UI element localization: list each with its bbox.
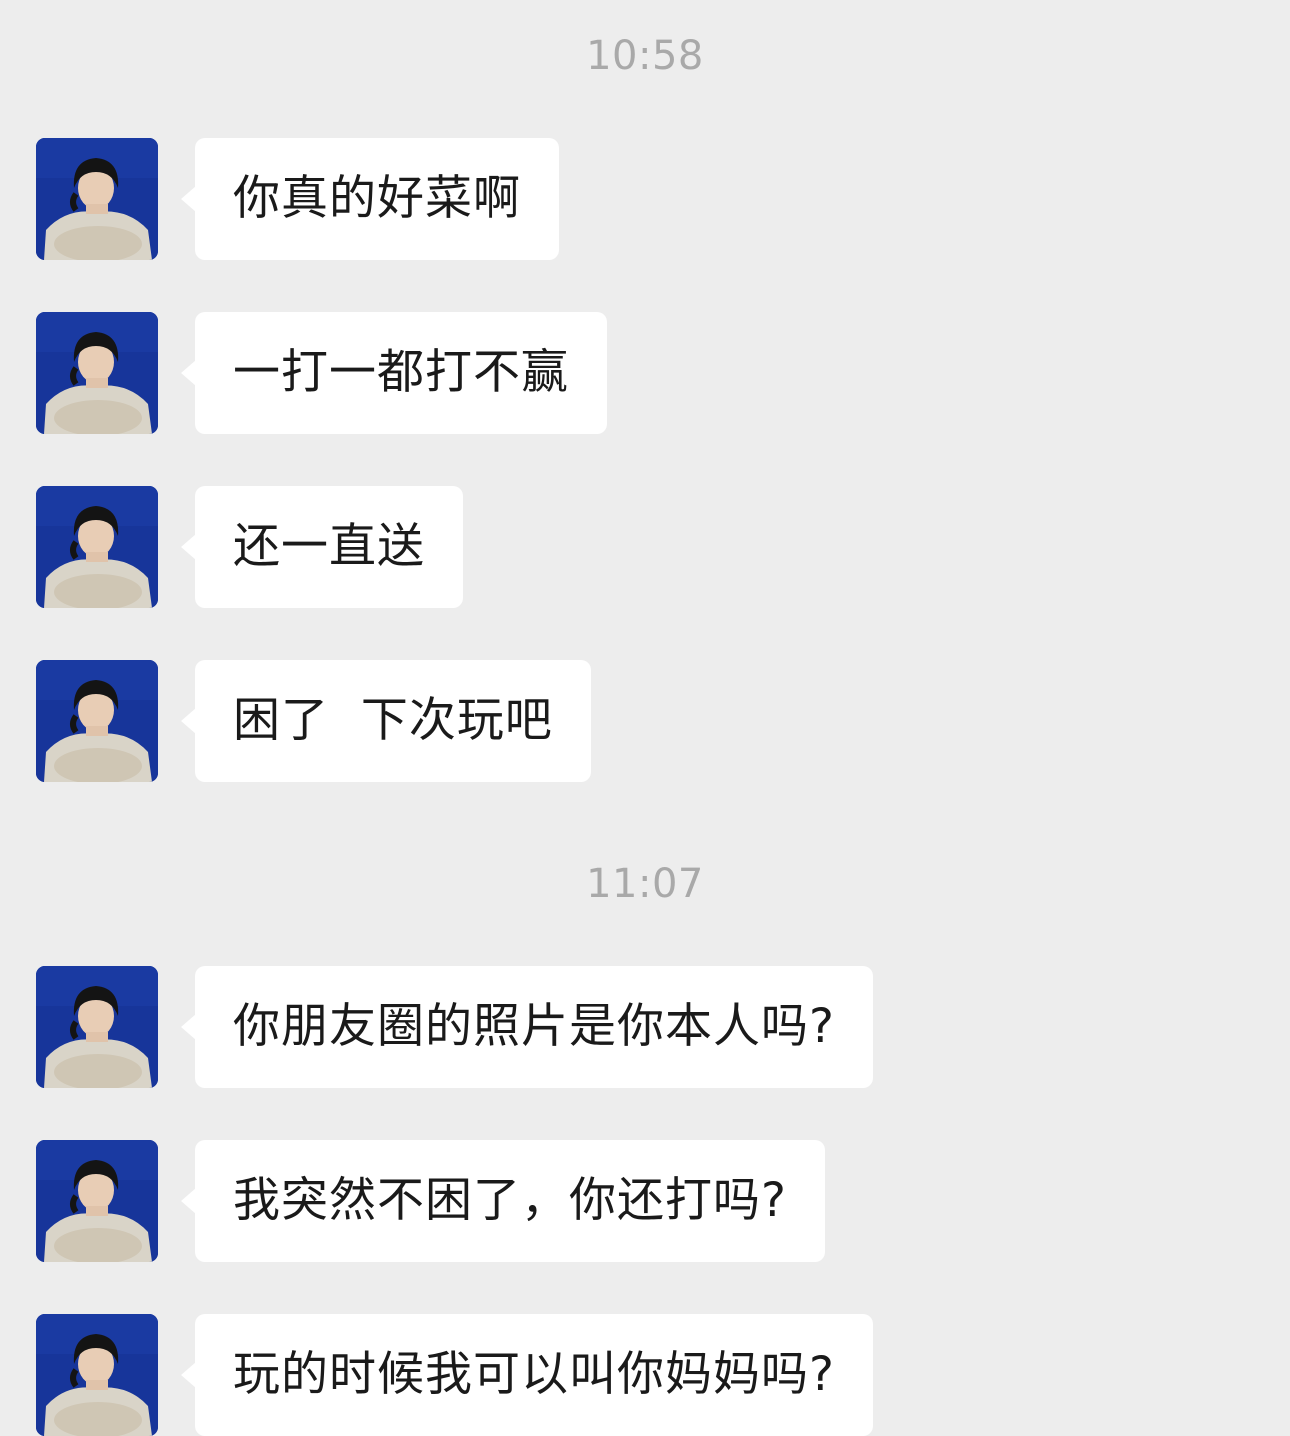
avatar[interactable] [36,486,158,608]
message-bubble[interactable]: 我突然不困了，你还打吗? [181,1140,825,1262]
avatar[interactable] [36,138,158,260]
timestamp: 11:07 [586,861,704,907]
avatar[interactable] [36,1314,158,1436]
timestamp: 10:58 [586,33,704,79]
message-bubble[interactable]: 你朋友圈的照片是你本人吗? [181,966,873,1088]
avatar[interactable] [36,1140,158,1262]
avatar[interactable] [36,966,158,1088]
avatar[interactable] [36,312,158,434]
message-text: 玩的时候我可以叫你妈妈吗? [233,1347,835,1402]
message-text: 一打一都打不赢 [233,345,569,400]
avatar-icon [36,1314,158,1436]
message-bubble[interactable]: 一打一都打不赢 [181,312,607,434]
chat-area[interactable]: 10:58 你真的好菜啊 一打一都打不赢 还一直送 困了 下次玩吧 11:07 … [0,0,1290,1436]
message-text: 还一直送 [233,519,425,574]
avatar-icon [36,660,158,782]
message-bubble[interactable]: 你真的好菜啊 [181,138,559,260]
avatar-icon [36,966,158,1088]
avatar[interactable] [36,660,158,782]
message-text: 困了 下次玩吧 [233,693,553,748]
message-bubble[interactable]: 还一直送 [181,486,463,608]
avatar-icon [36,1140,158,1262]
message-bubble[interactable]: 玩的时候我可以叫你妈妈吗? [181,1314,873,1436]
message-bubble[interactable]: 困了 下次玩吧 [181,660,591,782]
avatar-icon [36,486,158,608]
avatar-icon [36,312,158,434]
message-text: 我突然不困了，你还打吗? [233,1173,787,1228]
message-text: 你朋友圈的照片是你本人吗? [233,999,835,1054]
avatar-icon [36,138,158,260]
message-text: 你真的好菜啊 [233,171,521,226]
